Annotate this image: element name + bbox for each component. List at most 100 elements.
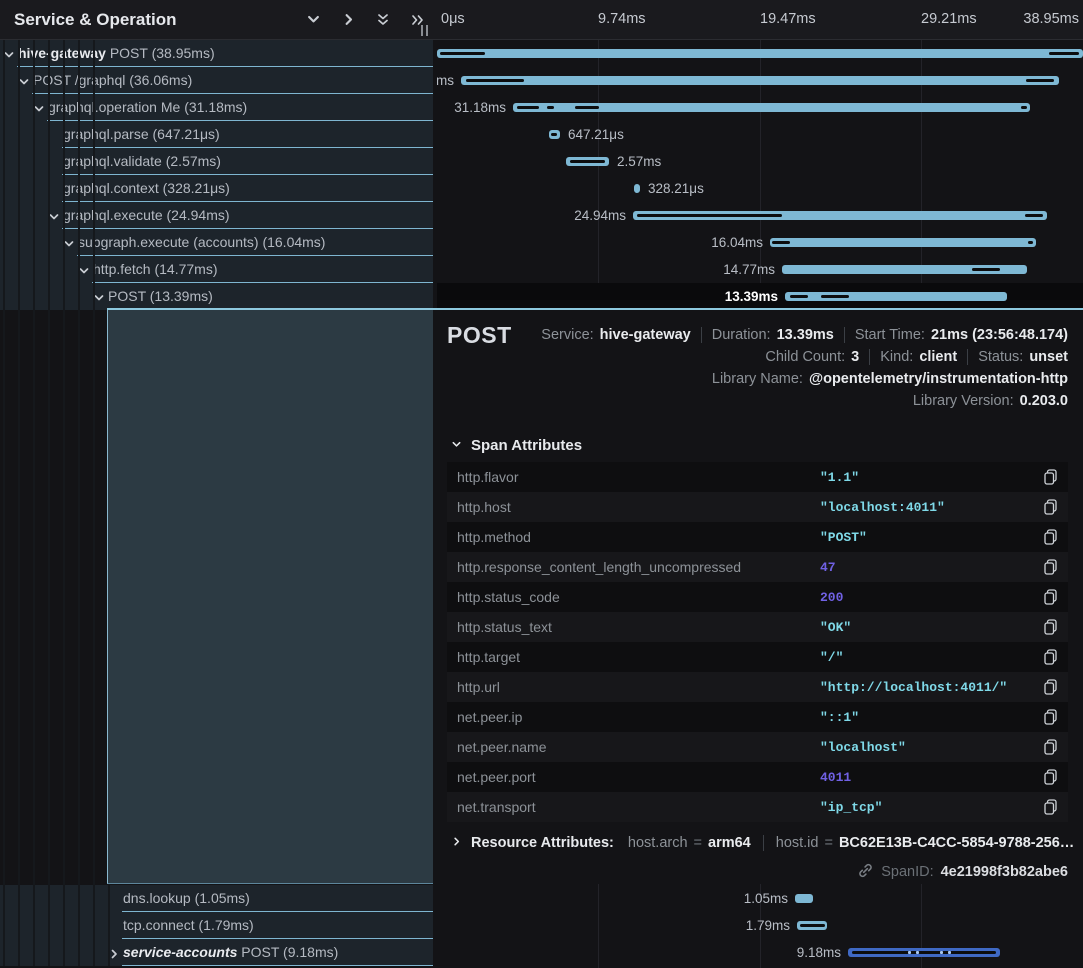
span-duration-label: 9.18ms [797, 939, 841, 966]
resource-key: host.arch [628, 835, 688, 851]
indent-guide [3, 40, 5, 966]
operation-name: POST (9.18ms) [241, 944, 338, 960]
attribute-row: http.status_code200 [447, 582, 1068, 612]
collapse-one-icon[interactable] [302, 9, 324, 31]
span-duration-label: 13.39ms [725, 283, 778, 310]
span-duration-bar[interactable] [848, 948, 1000, 957]
child-span-mark [821, 295, 849, 298]
child-span-mark [547, 106, 554, 109]
expand-one-icon[interactable] [337, 9, 359, 31]
copy-icon[interactable] [1043, 499, 1058, 515]
span-duration-bar[interactable] [437, 49, 1083, 58]
span-timeline-row[interactable]: 13.39ms [437, 283, 1083, 310]
span-duration-bar[interactable] [513, 103, 1030, 112]
span-duration-bar[interactable] [785, 292, 1007, 301]
span-duration-label: 2.57ms [617, 148, 661, 175]
copy-icon[interactable] [1043, 739, 1058, 755]
span-timeline-row[interactable]: 31.18ms [437, 94, 1083, 121]
span-duration-bar[interactable] [549, 130, 560, 139]
copy-icon[interactable] [1043, 709, 1058, 725]
span-duration-bar[interactable] [782, 265, 1027, 274]
operation-name: tcp.connect (1.79ms) [123, 917, 254, 933]
span-name: dns.lookup (1.05ms) [123, 885, 250, 911]
span-timeline-row[interactable]: 9.18ms [437, 939, 1083, 966]
span-duration-bar[interactable] [633, 211, 1047, 220]
resource-attributes-row[interactable]: Resource Attributes: host.arch=arm64host… [451, 831, 1074, 855]
copy-icon[interactable] [1043, 469, 1058, 485]
span-duration-label: 31.18ms [454, 94, 506, 121]
attribute-row: http.flavor"1.1" [447, 462, 1068, 492]
span-name: service-accounts POST (9.18ms) [123, 939, 338, 965]
attribute-value: 4011 [820, 770, 851, 785]
span-name: POST (13.39ms) [108, 283, 213, 309]
span-duration-bar[interactable] [770, 238, 1036, 247]
attribute-value: "POST" [820, 530, 867, 545]
span-timeline-row[interactable]: 328.21μs [437, 175, 1083, 202]
attribute-row: http.target"/" [447, 642, 1068, 672]
span-color-underline [122, 965, 433, 966]
span-name: graphql.parse (647.21μs) [63, 121, 220, 147]
span-timeline-row[interactable]: 1.05ms [437, 885, 1083, 912]
timeline-tick: 19.47ms [760, 0, 816, 39]
timeline-tick: 0μs [441, 0, 465, 39]
service-name: service-accounts [123, 944, 237, 960]
operation-name: graphql.context (328.21μs) [63, 180, 230, 196]
overview-value: 0.203.0 [1020, 393, 1068, 409]
link-icon[interactable] [857, 862, 874, 883]
span-name: graphql.context (328.21μs) [63, 175, 230, 201]
divider [844, 327, 845, 343]
span-duration-label: 1.05ms [744, 885, 788, 912]
span-duration-label: 36.06ms [437, 67, 454, 94]
span-duration-bar[interactable] [634, 184, 640, 193]
operation-name: dns.lookup (1.05ms) [123, 890, 250, 906]
attribute-key: http.method [457, 529, 531, 545]
operation-name: POST /graphql (36.06ms) [33, 72, 192, 88]
span-duration-bar[interactable] [797, 921, 827, 930]
attribute-row: net.transport "ip_tcp" [447, 792, 1068, 822]
overview-value: 21ms (23:56:48.174) [931, 327, 1068, 343]
attribute-key: net.transport [457, 799, 536, 815]
span-timeline-row[interactable]: 38.95ms [437, 40, 1083, 67]
attribute-row: net.peer.ip"::1" [447, 702, 1068, 732]
overview-label: Library Version: [913, 393, 1014, 409]
span-timeline-row[interactable]: 16.04ms [437, 229, 1083, 256]
span-name: tcp.connect (1.79ms) [123, 912, 254, 938]
span-id-value: 4e21998f3b82abe6 [941, 864, 1068, 880]
span-attributes-header[interactable]: Span Attributes [451, 437, 582, 454]
copy-icon[interactable] [1043, 589, 1058, 605]
span-timeline-row[interactable]: 2.57ms [437, 148, 1083, 175]
indent-guide [18, 40, 20, 966]
span-duration-bar[interactable] [461, 76, 1059, 85]
overview-label: Duration: [712, 327, 771, 343]
attribute-key: http.status_code [457, 589, 560, 605]
span-timeline-row[interactable]: 647.21μs [437, 121, 1083, 148]
span-name: graphql.execute (24.94ms) [63, 202, 230, 228]
span-timeline-row[interactable]: 36.06ms [437, 67, 1083, 94]
tree-toolbar [302, 0, 429, 39]
span-timeline-row[interactable]: 1.79ms [437, 912, 1083, 939]
attribute-key: http.flavor [457, 469, 518, 485]
copy-icon[interactable] [1043, 529, 1058, 545]
overview-value: hive-gateway [600, 327, 691, 343]
span-attributes-table: http.flavor"1.1"http.host"localhost:4011… [447, 462, 1068, 822]
attribute-value: "ip_tcp" [820, 800, 882, 815]
copy-icon[interactable] [1043, 649, 1058, 665]
copy-icon[interactable] [1043, 679, 1058, 695]
child-span-mark [517, 106, 539, 109]
indent-guide [78, 40, 80, 966]
copy-icon[interactable] [1043, 769, 1058, 785]
span-duration-bar[interactable] [795, 894, 813, 903]
child-span-mark [466, 79, 524, 82]
copy-icon[interactable] [1043, 559, 1058, 575]
child-span-mark [570, 160, 605, 163]
resource-key: host.id [776, 835, 819, 851]
copy-icon[interactable] [1043, 799, 1058, 815]
span-duration-label: 24.94ms [574, 202, 626, 229]
span-timeline-row[interactable]: 24.94ms [437, 202, 1083, 229]
operation-name: graphql.validate (2.57ms) [63, 153, 221, 169]
collapse-all-icon[interactable] [372, 9, 394, 31]
panel-resizer-handle[interactable] [421, 25, 428, 36]
span-timeline-row[interactable]: 14.77ms [437, 256, 1083, 283]
span-duration-bar[interactable] [566, 157, 609, 166]
copy-icon[interactable] [1043, 619, 1058, 635]
